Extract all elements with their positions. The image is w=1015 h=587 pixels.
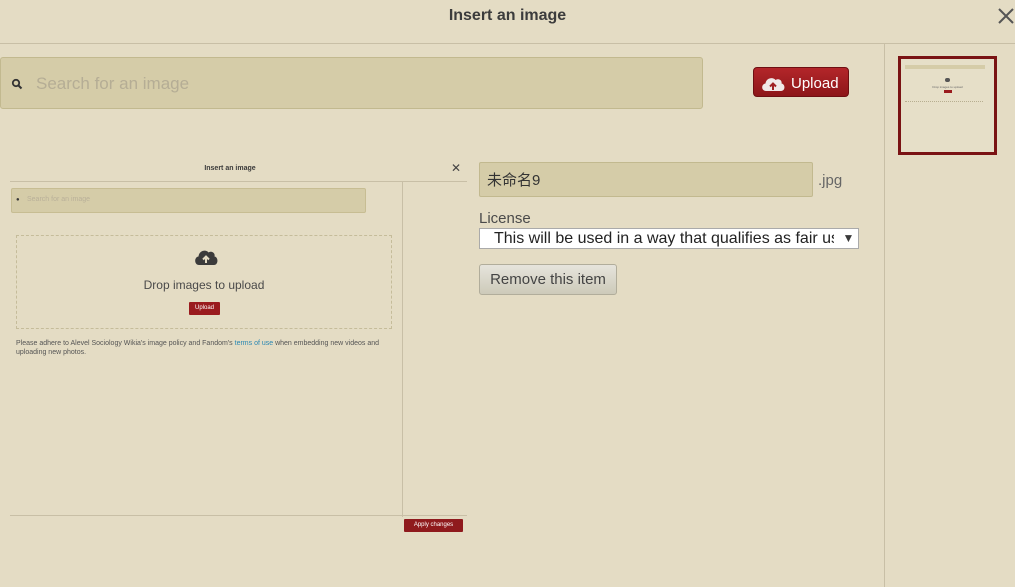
chevron-down-icon: ▼	[839, 229, 858, 248]
preview-search-icon: ●	[16, 197, 20, 203]
image-thumbnail[interactable]: Drop images to upload	[898, 56, 997, 155]
preview-title: Insert an image	[204, 165, 256, 172]
thumbnail-cloud-icon	[945, 78, 950, 82]
dialog-title: Insert an image	[448, 7, 567, 24]
upload-button[interactable]: Upload	[753, 67, 849, 97]
preview-divider	[10, 181, 467, 182]
preview-column-divider	[402, 182, 403, 517]
filename-input[interactable]	[479, 162, 813, 197]
preview-policy-notice: Please adhere to Alevel Sociology Wikia'…	[16, 339, 391, 357]
thumbnail-notice-line	[905, 101, 983, 102]
preview-footer-divider	[10, 515, 467, 516]
preview-upload-button: Upload	[189, 302, 220, 315]
close-icon[interactable]	[997, 4, 1015, 26]
file-extension: .jpg	[818, 172, 843, 189]
preview-drop-text: Drop images to upload	[143, 278, 265, 292]
search-box[interactable]	[0, 57, 703, 109]
thumbnail-text: Drop images to upload	[932, 85, 963, 89]
dialog-header: Insert an image	[0, 0, 1015, 44]
preview-notice-text: Please adhere to Alevel Sociology Wikia'…	[16, 340, 235, 347]
search-input[interactable]	[34, 70, 678, 98]
thumbnail-upload-button	[944, 90, 952, 93]
upload-button-label: Upload	[791, 75, 839, 92]
preview-apply-button: Apply changes	[404, 519, 463, 532]
preview-search-placeholder: Search for an image	[27, 196, 91, 203]
license-label: License	[479, 210, 531, 227]
license-selected-value: This will be used in a way that qualifie…	[494, 230, 834, 247]
sidebar-divider	[884, 44, 885, 587]
thumbnail-search-bar	[905, 65, 985, 69]
preview-close-icon: ✕	[451, 161, 462, 175]
preview-drop-zone: Drop images to upload Upload	[16, 235, 392, 329]
preview-terms-link: terms of use	[234, 340, 274, 347]
cloud-upload-icon	[762, 78, 785, 91]
dialog-preview-image: Insert an image ✕ ● Search for an image …	[10, 160, 467, 535]
remove-item-button[interactable]: Remove this item	[479, 264, 617, 295]
preview-cloud-upload-icon	[195, 250, 218, 265]
preview-search-box: ● Search for an image	[11, 188, 366, 213]
search-icon	[11, 78, 23, 90]
license-select[interactable]: This will be used in a way that qualifie…	[479, 228, 859, 249]
